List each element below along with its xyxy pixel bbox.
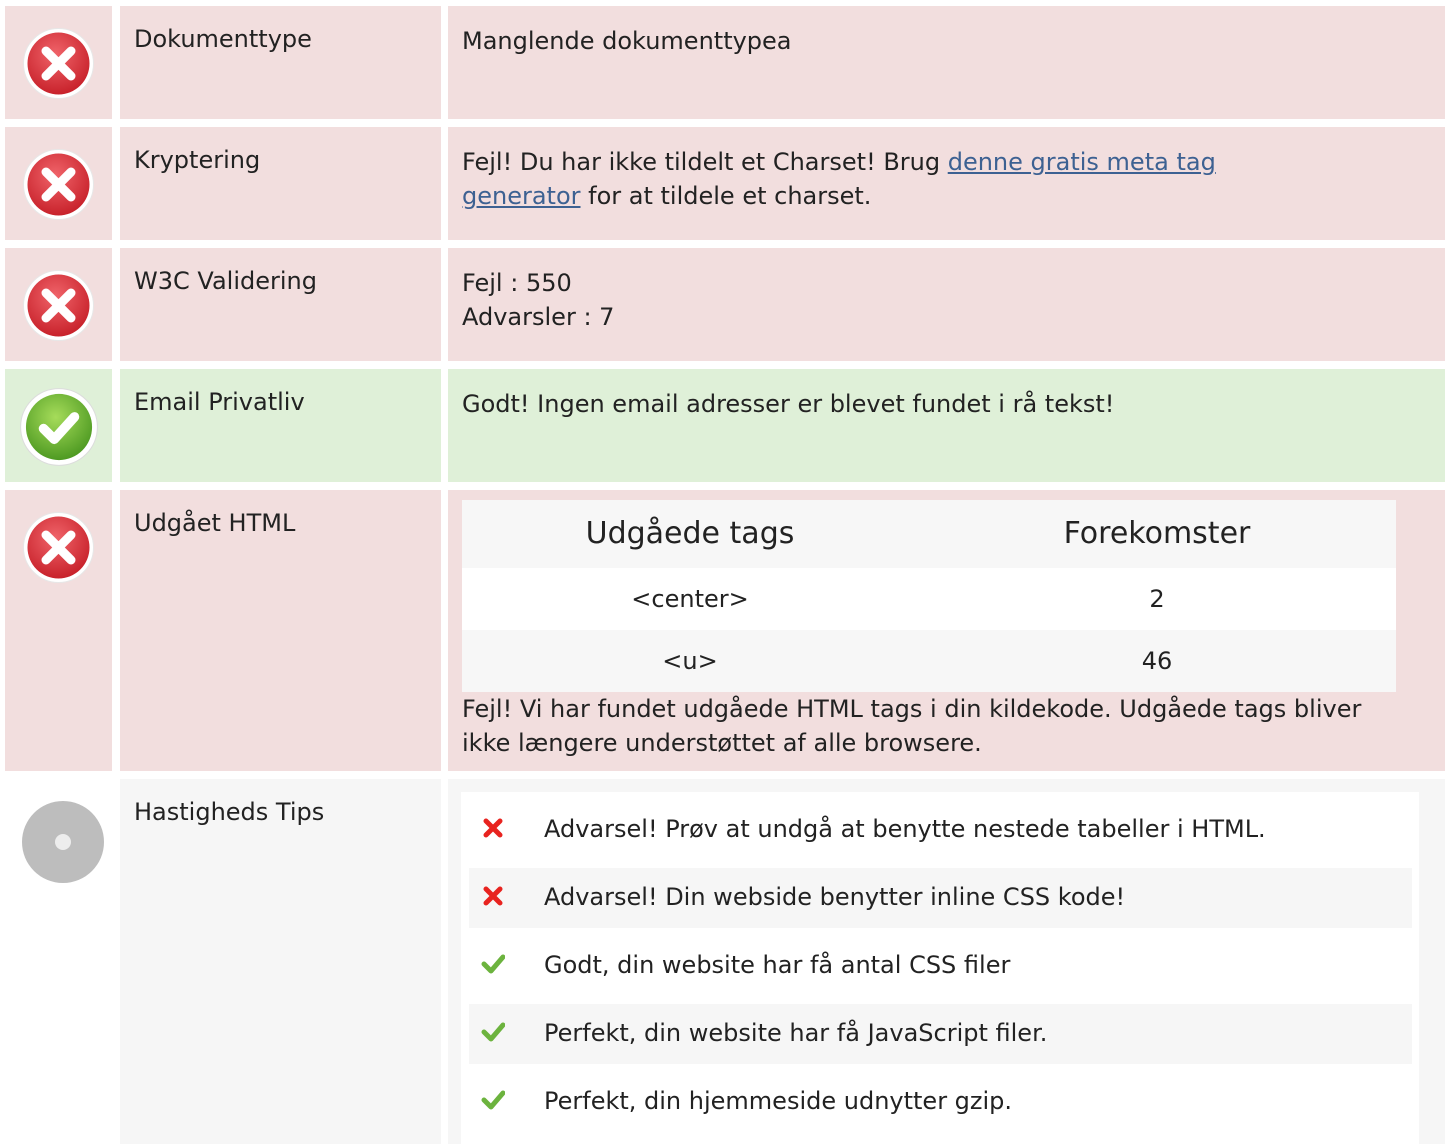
error-count: Fejl : 550	[462, 269, 572, 297]
list-item: Perfekt, din website har få JavaScript f…	[469, 1004, 1412, 1064]
list-item: Advarsel! Din webside benytter inline CS…	[469, 868, 1412, 928]
row-label: Email Privatliv	[120, 369, 441, 482]
list-item: Godt, din website har få antal CSS filer	[469, 936, 1412, 996]
row-w3c-validering: W3C Validering Fejl : 550 Advarsler : 7	[0, 248, 1445, 361]
table-row: <u> 46	[462, 630, 1396, 692]
row-value: Fejl : 550 Advarsler : 7	[448, 248, 1445, 361]
row-label: Kryptering	[120, 127, 441, 240]
row-hastigheds-tips: Hastigheds Tips Advarsel! Prøv at undgå …	[0, 779, 1445, 1144]
row-email-privatliv: Email Privatliv Godt! Ingen email adress…	[0, 369, 1445, 482]
column-header: Forekomster	[918, 500, 1396, 568]
gray-circle-icon	[22, 801, 104, 883]
list-item: Perfekt, din hjemmeside udnytter gzip.	[469, 1072, 1412, 1132]
row-udgaaet-html: Udgået HTML Udgåede tags Forekomster <ce…	[0, 490, 1445, 771]
status-cell	[5, 127, 112, 240]
row-dokumenttype: Dokumenttype Manglende dokumenttypea	[0, 6, 1445, 119]
red-x-icon	[483, 818, 503, 838]
green-check-icon	[481, 1090, 505, 1110]
row-kryptering: Kryptering Fejl! Du har ikke tildelt et …	[0, 127, 1445, 240]
red-x-icon	[483, 886, 503, 906]
tag-name: <u>	[462, 630, 918, 692]
row-label: Hastigheds Tips	[120, 779, 441, 1144]
check-circle-icon	[20, 388, 98, 466]
tag-name: <center>	[462, 568, 918, 630]
row-value: Advarsel! Prøv at undgå at benytte neste…	[448, 779, 1445, 1144]
status-cell	[5, 490, 112, 771]
row-value: Fejl! Du har ikke tildelt et Charset! Br…	[448, 127, 1445, 240]
status-cell	[5, 248, 112, 361]
row-value: Godt! Ingen email adresser er blevet fun…	[448, 369, 1445, 482]
status-cell	[5, 779, 112, 1144]
table-header-row: Udgåede tags Forekomster	[462, 500, 1396, 568]
error-x-circle-icon	[23, 28, 94, 99]
row-value: Udgåede tags Forekomster <center> 2 <u> …	[448, 490, 1445, 771]
row-label: Udgået HTML	[120, 490, 441, 771]
column-header: Udgåede tags	[462, 500, 918, 568]
error-x-circle-icon	[23, 512, 94, 583]
status-cell	[5, 369, 112, 482]
error-x-circle-icon	[23, 270, 94, 341]
table-row: <center> 2	[462, 568, 1396, 630]
tag-count: 2	[918, 568, 1396, 630]
status-cell	[5, 6, 112, 119]
row-value: Manglende dokumenttypea	[448, 6, 1445, 119]
list-item: Advarsel! Prøv at undgå at benytte neste…	[469, 800, 1412, 860]
speed-tips-list: Advarsel! Prøv at undgå at benytte neste…	[461, 792, 1419, 1144]
deprecated-tags-table: Udgåede tags Forekomster <center> 2 <u> …	[462, 500, 1396, 692]
error-x-circle-icon	[23, 149, 94, 220]
green-check-icon	[481, 1022, 505, 1042]
green-check-icon	[481, 954, 505, 974]
warning-count: Advarsler : 7	[462, 303, 615, 331]
tag-count: 46	[918, 630, 1396, 692]
deprecated-note: Fejl! Vi har fundet udgåede HTML tags i …	[462, 695, 1362, 757]
row-label: Dokumenttype	[120, 6, 441, 119]
row-label: W3C Validering	[120, 248, 441, 361]
